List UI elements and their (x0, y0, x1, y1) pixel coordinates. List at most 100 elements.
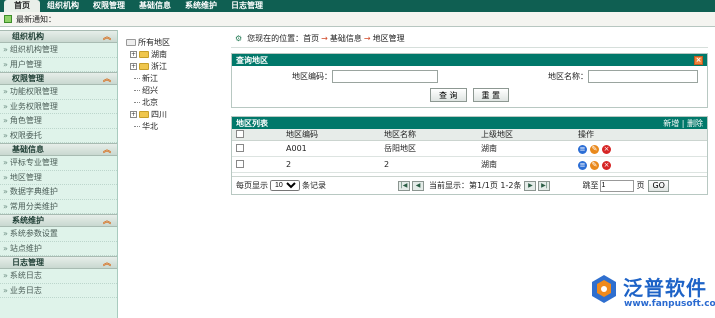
breadcrumb-basic-info[interactable]: 基础信息 (330, 33, 362, 44)
menu-item-biz-log[interactable]: 业务日志 (0, 284, 117, 298)
edit-icon[interactable]: ✎ (590, 160, 599, 170)
menu-group-system[interactable]: 系统维护 ︽ (0, 214, 117, 227)
delete-icon[interactable]: × (602, 160, 611, 170)
per-page-select[interactable]: 10 (270, 180, 300, 191)
tree-node[interactable]: 绍兴 (126, 84, 226, 96)
go-button[interactable]: GO (648, 179, 669, 192)
tree-node[interactable]: 新江 (126, 72, 226, 84)
menu-group-permission[interactable]: 权限管理 ︽ (0, 72, 117, 85)
folder-icon (139, 110, 149, 118)
table-header: 地区编码 地区名称 上级地区 操作 (232, 129, 707, 141)
tree-node[interactable]: 北京 (126, 96, 226, 108)
first-page-icon[interactable]: |◀ (398, 181, 410, 191)
menu-item-sys-log[interactable]: 系统日志 (0, 269, 117, 284)
table-row: 2 2 湖南 ≡ ✎ × (232, 156, 707, 173)
menu-item-site-maint[interactable]: 站点维护 (0, 242, 117, 256)
last-page-icon[interactable]: ▶| (538, 180, 551, 191)
tree-node[interactable]: + 四川 (126, 108, 226, 120)
query-panel: 查询地区 × 地区编码： 地区名称： 查 询 重 置 (231, 53, 708, 108)
tree-node[interactable]: + 湖南 (126, 48, 226, 60)
tree-root[interactable]: 所有地区 (126, 36, 226, 48)
region-code-input[interactable] (332, 69, 438, 83)
cell-parent: 湖南 (477, 140, 574, 157)
expand-icon[interactable]: + (130, 50, 137, 58)
select-all-checkbox[interactable] (236, 129, 244, 138)
breadcrumb-sep: → (321, 34, 328, 43)
menu-item-region-manage[interactable]: 地区管理 (0, 171, 117, 185)
menu-group-title: 系统维护 (12, 216, 44, 225)
collapse-icon[interactable]: ︽ (103, 257, 111, 268)
search-button[interactable]: 查 询 (429, 88, 467, 102)
menu-group-basic-info[interactable]: 基础信息 ︽ (0, 143, 117, 156)
menu-group-org[interactable]: 组织机构 ︽ (0, 30, 117, 43)
nav-tab-home[interactable]: 首页 (4, 0, 40, 12)
region-name-input[interactable] (588, 69, 698, 83)
expand-icon[interactable]: + (130, 110, 137, 118)
menu-item-function-perm[interactable]: 功能权限管理 (0, 85, 117, 100)
query-buttons: 查 询 重 置 (232, 87, 707, 103)
menu-item-org-manage[interactable]: 组织机构管理 (0, 43, 117, 58)
edit-icon[interactable]: ✎ (590, 144, 599, 154)
nav-tab-org[interactable]: 组织机构 (40, 0, 86, 12)
records-label: 条记录 (302, 181, 326, 190)
tree-label: 华北 (142, 121, 158, 131)
menu-item-business-perm[interactable]: 业务权限管理 (0, 100, 117, 114)
menu-item-perm-delegate[interactable]: 权限委托 (0, 129, 117, 143)
goto-page-input[interactable] (600, 179, 635, 192)
logo-mark-icon (592, 275, 616, 303)
pager-nav: |◀ ◀ (398, 180, 426, 191)
collapse-icon[interactable]: ︽ (103, 144, 111, 155)
top-nav: 首页 组织机构 权限管理 基础信息 系统维护 日志管理 (0, 0, 715, 12)
collapse-icon[interactable]: ︽ (103, 31, 111, 42)
menu-group-title: 组织机构 (12, 32, 44, 41)
table-row: A001 岳阳地区 湖南 ≡ ✎ × (232, 140, 707, 157)
tree-label: 浙江 (151, 61, 167, 71)
col-ops: 操作 (574, 129, 707, 141)
nav-tab-system[interactable]: 系统维护 (178, 0, 224, 12)
breadcrumb-prefix: 您现在的位置： (247, 34, 304, 43)
gear-icon: ⚙ (235, 34, 243, 43)
menu-item-dictionary[interactable]: 数据字典维护 (0, 185, 117, 200)
page-unit-label: 页 (636, 181, 645, 190)
prev-page-icon[interactable]: ◀ (412, 181, 424, 191)
menu-item-category[interactable]: 常用分类维护 (0, 200, 117, 214)
close-icon[interactable]: × (694, 55, 703, 65)
row-actions: ≡ ✎ × (574, 156, 707, 173)
menu-item-bid-major[interactable]: 评标专业管理 (0, 156, 117, 171)
list-panel-title: 地区列表 (236, 118, 268, 128)
nav-tab-basic-info[interactable]: 基础信息 (132, 0, 178, 12)
tree-label: 绍兴 (142, 85, 158, 95)
row-checkbox[interactable] (236, 159, 244, 168)
nav-tab-permission[interactable]: 权限管理 (86, 0, 132, 12)
breadcrumb-sep: → (363, 34, 371, 43)
breadcrumb-region: 地区管理 (372, 34, 405, 43)
nav-tab-logs[interactable]: 日志管理 (224, 0, 270, 12)
next-page-icon[interactable]: ▶ (524, 180, 537, 191)
col-checkbox (232, 129, 282, 141)
menu-item-role-manage[interactable]: 角色管理 (0, 114, 117, 129)
collapse-icon[interactable]: ︽ (103, 73, 111, 84)
delete-link[interactable]: 删除 (687, 119, 703, 128)
menu-item-user-manage[interactable]: 用户管理 (0, 58, 117, 72)
logo-url: www.fanpusoft.com (624, 299, 715, 309)
menu-group-title: 日志管理 (12, 258, 44, 267)
reset-button[interactable]: 重 置 (472, 88, 510, 102)
menu-group-logs[interactable]: 日志管理 ︽ (0, 256, 117, 269)
tree-node[interactable]: + 浙江 (126, 60, 226, 72)
menu-item-sys-params[interactable]: 系统参数设置 (0, 227, 117, 242)
pager: 每页显示 10 条记录 |◀◀ 当前显示：第1/1页 1-2条 ▶▶| 跳至 页… (232, 176, 707, 194)
region-name-label: 地区名称： (548, 71, 588, 81)
view-icon[interactable]: ≡ (578, 160, 587, 170)
menu-group-title: 基础信息 (12, 145, 44, 154)
expand-icon[interactable]: + (130, 62, 137, 70)
tree-node[interactable]: 华北 (126, 120, 226, 132)
list-panel-header: 地区列表 新增 | 删除 (232, 117, 707, 129)
tree-label: 湖南 (151, 49, 167, 59)
delete-icon[interactable]: × (602, 144, 611, 154)
cell-parent: 湖南 (477, 156, 574, 173)
collapse-icon[interactable]: ︽ (103, 215, 111, 226)
add-link[interactable]: 新增 (663, 119, 679, 128)
view-icon[interactable]: ≡ (578, 144, 587, 154)
row-checkbox[interactable] (236, 143, 244, 152)
breadcrumb-home[interactable]: 首页 (303, 33, 319, 44)
